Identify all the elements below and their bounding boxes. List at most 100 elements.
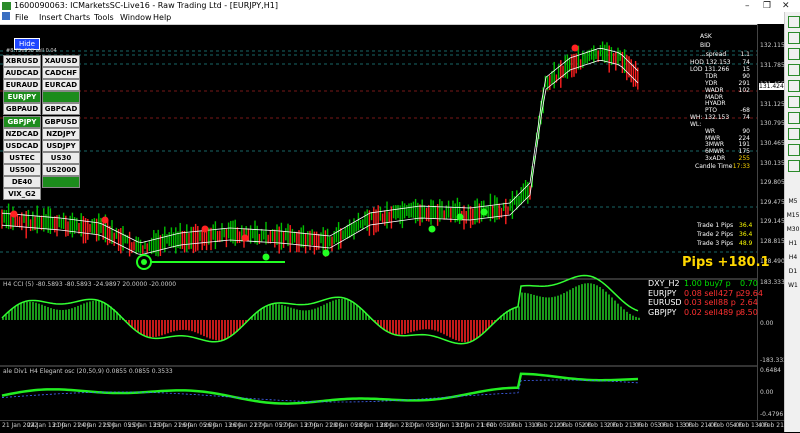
cci-bar [152,320,154,337]
symbol-button-eurcad[interactable]: EURCAD [42,79,80,91]
stat-value: 191 [728,141,750,148]
cci-bar [413,320,415,331]
stat-value: 255 [728,155,750,162]
cci-bar [422,320,424,329]
cci-bar [533,295,535,320]
cci-bar [38,304,40,320]
timeframe-d1[interactable]: D1 [786,268,800,275]
symbol-button-gbpjpy[interactable]: GBPJPY [3,116,41,128]
cci-bar [389,320,391,333]
hline-tool-icon[interactable] [788,48,800,60]
cci-bar [50,308,52,320]
symbol-button-us500[interactable]: US500 [3,164,41,176]
cci-bar [434,320,436,330]
position-pips: 7 p [718,279,731,288]
symbol-button-xbrusd[interactable]: XBRUSD [3,55,41,67]
cci-bar [134,320,136,330]
cci-bar [71,308,73,320]
chart-info-header: #8.75e958 sell 0.04 [6,48,57,54]
chart-window-icon [2,12,10,20]
trade-marker-dot [141,259,147,265]
position-value: 29.64 [740,289,763,298]
signal-dot [323,250,330,257]
symbol-button-us2000[interactable]: US2000 [42,164,80,176]
line-tool-icon[interactable] [788,32,800,44]
position-pips: 88 p [718,298,736,307]
text-tool-icon[interactable] [788,112,800,124]
price-scale[interactable]: 132.115131.785131.455131.125130.795130.4… [757,24,785,420]
signal-dot [11,211,18,218]
arrow-tool-icon[interactable] [788,144,800,156]
menu-insert[interactable]: Insert [39,12,62,24]
zoom-in-icon[interactable] [788,160,800,172]
symbol-button-cadchf[interactable]: CADCHF [42,67,80,79]
current-price-label: 131.424 [759,83,784,90]
timeframe-h4[interactable]: H4 [786,254,800,261]
channel-icon[interactable] [788,80,800,92]
price-tick: 130.135 [760,160,785,167]
price-tick: 131.125 [760,101,785,108]
trendline-icon[interactable] [788,64,800,76]
symbol-button-dxy_h2[interactable]: DXY_H2 [42,176,80,188]
trade-pips-value: 48.9 [739,240,752,247]
price-tick: 129.145 [760,218,785,225]
symbol-button-eurnzd[interactable]: EURNZD [42,91,80,103]
symbol-button-usdjpy[interactable]: USDJPY [42,140,80,152]
cci-bar [395,320,397,335]
trade-pips-label: Trade 1 Pips [697,222,733,229]
crosshair-icon[interactable] [788,16,800,28]
position-value: 8.50 [740,308,758,317]
osc-tick: 0.6484 [760,367,781,374]
osc-line [2,374,638,404]
symbol-button-ustec[interactable]: USTEC [3,152,41,164]
cci-bar [302,310,304,320]
timeframe-h1[interactable]: H1 [786,240,800,247]
minimize-button[interactable]: – [745,0,750,12]
symbol-button-eurjpy[interactable]: EURJPY [3,91,41,103]
timeframe-w1[interactable]: W1 [786,282,800,289]
cci-bar [620,307,622,320]
cci-bar [83,303,85,320]
trade-pips-value: 36.4 [739,222,752,229]
symbol-button-audcad[interactable]: AUDCAD [3,67,41,79]
time-axis[interactable]: 21 Jan 202224 Jan 13:0021 Jan 21:0024 Ja… [0,420,784,433]
menu-help[interactable]: Help [153,12,171,24]
timeframe-m5[interactable]: M5 [786,198,800,205]
timeframe-m15[interactable]: M15 [786,212,800,219]
symbol-button-vix_g2[interactable]: VIX_G2 [3,188,41,200]
stat-label: ...spread [700,51,726,58]
menu-tools[interactable]: Tools [94,12,114,24]
cci-title: H4 CCI (5) -80.5893 -80.5893 -24.9897 20… [3,281,176,288]
cci-bar [287,307,289,320]
cci-bar [161,320,163,335]
symbol-button-usdcad[interactable]: USDCAD [3,140,41,152]
restore-button[interactable]: ❐ [763,0,771,12]
symbol-button-de40[interactable]: DE40 [3,176,41,188]
menu-window[interactable]: Window [120,12,152,24]
label-tool-icon[interactable] [788,128,800,140]
symbol-button-gbpcad[interactable]: GBPCAD [42,103,80,115]
symbol-button-nzdcad[interactable]: NZDCAD [3,128,41,140]
cci-bar [401,320,403,334]
menu-file[interactable]: File [15,12,28,24]
cci-bar [416,320,418,330]
cci-bar [206,320,208,337]
symbol-button-gbpusd[interactable]: GBPUSD [42,116,80,128]
cci-bar [542,297,544,320]
close-button[interactable]: ✕ [782,0,790,12]
cci-bar [23,302,25,320]
menu-charts[interactable]: Charts [64,12,90,24]
symbol-button-xauusd[interactable]: XAUUSD [42,55,80,67]
cci-bar [614,301,616,320]
cci-bar [317,307,319,320]
cci-bar [212,320,214,339]
fibo-icon[interactable] [788,96,800,108]
symbol-button-euraud[interactable]: EURAUD [3,79,41,91]
symbol-button-us30[interactable]: US30 [42,152,80,164]
cci-bar [584,283,586,320]
timeframe-m30[interactable]: M30 [786,226,800,233]
cci-bar [41,305,43,320]
symbol-button-nzdjpy[interactable]: NZDJPY [42,128,80,140]
symbol-button-gbpaud[interactable]: GBPAUD [3,103,41,115]
chart-canvas[interactable] [0,24,757,420]
